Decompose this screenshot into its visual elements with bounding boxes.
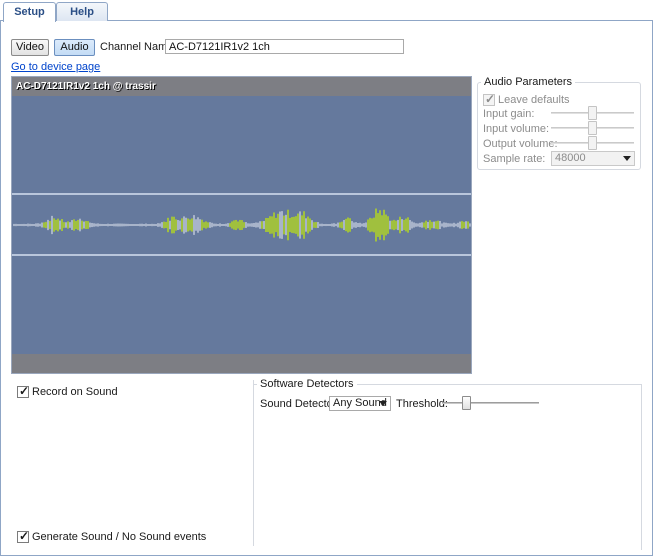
channel-name-input[interactable] — [165, 39, 404, 54]
input-gain-label: Input gain: — [483, 108, 535, 120]
record-on-sound-checkbox[interactable]: ✓ — [17, 384, 30, 398]
checkmark-icon: ✓ — [19, 529, 30, 543]
chevron-down-icon — [379, 401, 387, 406]
go-to-device-link[interactable]: Go to device page — [11, 61, 100, 73]
record-on-sound-label: Record on Sound — [32, 386, 118, 398]
chevron-down-icon — [623, 156, 631, 161]
audio-button[interactable]: Audio — [54, 39, 95, 56]
sample-rate-value: 48000 — [555, 152, 586, 164]
tab-help[interactable]: Help — [56, 2, 108, 21]
threshold-thumb[interactable] — [462, 396, 471, 410]
waveform-grey-trace — [13, 211, 471, 239]
checkmark-icon: ✓ — [485, 92, 496, 106]
audio-preview: AC-D7121IR1v2 1ch @ trassir — [11, 76, 472, 374]
checkmark-icon: ✓ — [19, 384, 30, 398]
leave-defaults-label: Leave defaults — [498, 94, 570, 106]
group-separator — [253, 380, 254, 546]
input-volume-thumb[interactable] — [588, 121, 597, 135]
tab-setup[interactable]: Setup — [3, 2, 56, 22]
input-volume-label: Input volume: — [483, 123, 550, 135]
threshold-label: Threshold: — [396, 398, 448, 410]
audio-parameters-title: Audio Parameters — [481, 76, 576, 88]
output-volume-label: Output volume: — [483, 138, 558, 150]
input-volume-slider[interactable] — [551, 121, 634, 135]
leave-defaults-checkbox[interactable]: ✓ — [483, 92, 496, 106]
output-volume-thumb[interactable] — [588, 136, 597, 150]
generate-events-label: Generate Sound / No Sound events — [32, 531, 207, 543]
threshold-slider[interactable] — [442, 396, 539, 410]
video-button[interactable]: Video — [11, 39, 49, 56]
threshold-track — [442, 402, 539, 404]
sample-rate-select[interactable]: 48000 — [551, 151, 635, 166]
output-volume-slider[interactable] — [551, 136, 634, 150]
sound-detector-select[interactable]: Any Sound — [329, 396, 391, 411]
sound-detector-label: Sound Detector: — [260, 398, 340, 410]
generate-events-checkbox[interactable]: ✓ — [17, 529, 30, 543]
tab-bar: Help Setup — [0, 0, 653, 22]
input-gain-slider[interactable] — [551, 106, 634, 120]
input-gain-thumb[interactable] — [588, 106, 597, 120]
waveform — [12, 193, 471, 256]
sample-rate-label: Sample rate: — [483, 153, 546, 165]
preview-footer — [12, 354, 471, 373]
software-detectors-title: Software Detectors — [257, 378, 357, 390]
